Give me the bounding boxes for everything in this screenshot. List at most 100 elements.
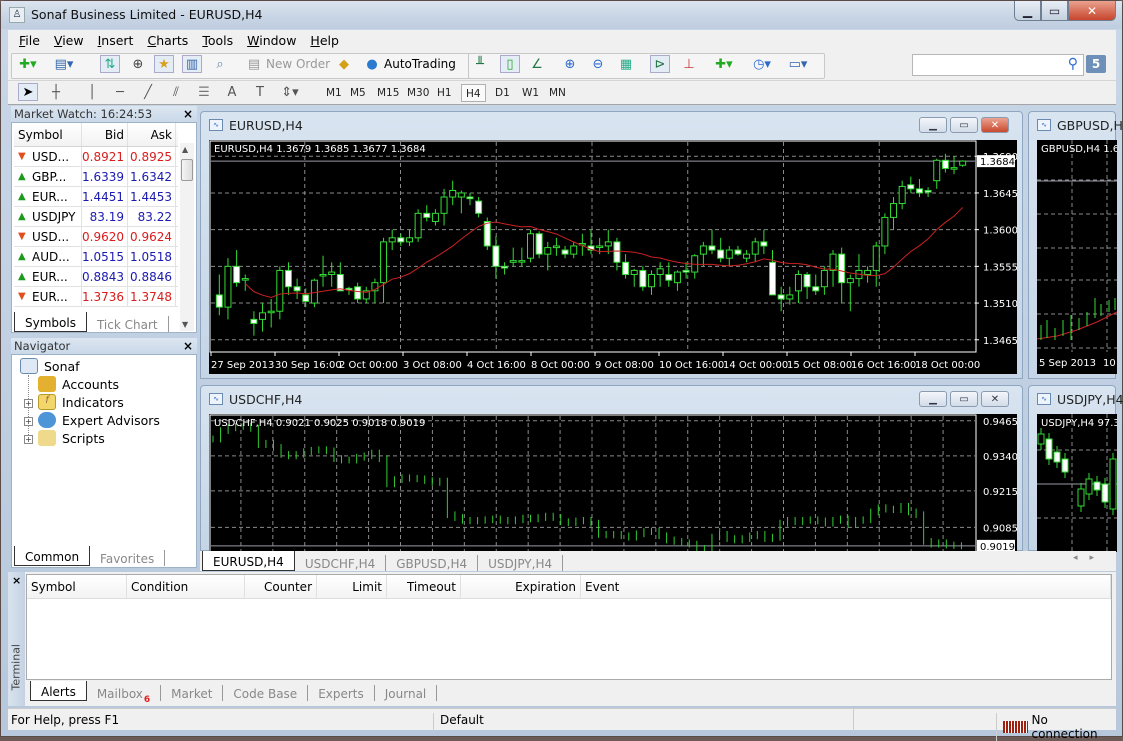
column-limit[interactable]: Limit xyxy=(317,575,387,598)
market-watch-row[interactable]: ▼ USD... 0.9620 0.9624 xyxy=(14,227,178,247)
chart-tab-gbpusd[interactable]: GBPUSD,H4 xyxy=(386,555,479,571)
column-expiration[interactable]: Expiration xyxy=(461,575,581,598)
close-navigator-icon[interactable]: × xyxy=(183,338,193,354)
tab-tick-chart[interactable]: Tick Chart xyxy=(87,316,169,332)
column-symbol[interactable]: Symbol xyxy=(27,575,127,598)
timeframe-m1[interactable]: M1 xyxy=(322,84,346,102)
maximize-button[interactable]: ▭ xyxy=(1041,1,1068,21)
zoom-in-icon[interactable]: ⊕ xyxy=(560,55,580,73)
menu-help[interactable]: Help xyxy=(310,33,339,48)
usdjpy-chart[interactable]: USDJPY,H4 97.3 xyxy=(1037,414,1117,552)
column-bid[interactable]: Bid xyxy=(82,123,128,146)
timeframe-m30[interactable]: M30 xyxy=(403,84,433,102)
chart-window-usdjpy[interactable]: ∿ USDJPY,H4 USDJPY,H4 97.3 xyxy=(1028,385,1123,552)
strategy-tester-icon[interactable]: ⌕ xyxy=(210,55,230,73)
chart-maximize-button[interactable]: ▭ xyxy=(950,117,978,133)
chart-shift-icon[interactable]: ⊥ xyxy=(679,55,699,73)
chart-window-eurusd[interactable]: ∿ EURUSD,H4 ▁ ▭ ✕ 1.3465 1.3510 1.3555 1.36… xyxy=(200,111,1023,379)
metaeditor-icon[interactable]: ◆ xyxy=(334,55,354,73)
close-button[interactable]: ✕ xyxy=(1068,1,1116,21)
templates-icon[interactable]: ▭▾ xyxy=(788,55,808,73)
chart-minimize-button[interactable]: ▁ xyxy=(919,117,947,133)
menu-insert[interactable]: Insert xyxy=(98,33,134,48)
crosshair-icon[interactable]: ┼ xyxy=(46,83,66,101)
equidistant-channel-icon[interactable]: ⫽ xyxy=(166,83,186,101)
chart-close-button[interactable]: ✕ xyxy=(981,117,1009,133)
tab-symbols[interactable]: Symbols xyxy=(14,312,87,332)
tab-favorites[interactable]: Favorites xyxy=(90,550,166,566)
tab-code-base[interactable]: Code Base xyxy=(223,685,309,701)
expand-scripts-icon[interactable]: + xyxy=(24,435,33,444)
data-window-icon[interactable]: ⊕ xyxy=(128,55,148,73)
nav-expert-advisors[interactable]: Expert Advisors xyxy=(38,412,160,428)
timeframe-w1[interactable]: W1 xyxy=(518,84,543,102)
trendline-icon[interactable]: ╱ xyxy=(138,83,158,101)
menu-window[interactable]: Window xyxy=(247,33,296,48)
gbpusd-chart[interactable]: GBPUSD,H4 1.6 5 Sep 2013 10 xyxy=(1037,140,1117,374)
timeframe-mn[interactable]: MN xyxy=(545,84,570,102)
text-icon[interactable]: A xyxy=(222,83,242,101)
chart-tab-usdjpy[interactable]: USDJPY,H4 xyxy=(478,555,564,571)
menu-view[interactable]: View xyxy=(54,33,84,48)
close-terminal-icon[interactable]: × xyxy=(12,574,21,587)
scroll-up-icon[interactable]: ▲ xyxy=(182,145,188,154)
market-watch-row[interactable]: ▼ EUR... 1.3736 1.3748 xyxy=(14,287,178,307)
market-watch-row[interactable]: ▲ GBP... 1.6339 1.6342 xyxy=(14,167,178,187)
tab-market[interactable]: Market xyxy=(161,685,224,701)
menu-tools[interactable]: Tools xyxy=(202,33,233,48)
expand-experts-icon[interactable]: + xyxy=(24,417,33,426)
chart-tab-usdchf[interactable]: USDCHF,H4 xyxy=(295,555,387,571)
minimize-button[interactable]: ▁ xyxy=(1014,1,1041,21)
scroll-down-icon[interactable]: ▼ xyxy=(182,320,188,329)
nav-scripts[interactable]: Scripts xyxy=(38,430,105,446)
new-order-icon[interactable]: ▤ xyxy=(244,55,264,73)
tab-journal[interactable]: Journal xyxy=(375,685,438,701)
timeframe-m5[interactable]: M5 xyxy=(346,84,370,102)
tile-windows-icon[interactable]: ▦ xyxy=(616,55,636,73)
chart-maximize-button[interactable]: ▭ xyxy=(950,391,978,407)
tab-scroll-arrows-icon[interactable]: ◂▸ xyxy=(1073,553,1106,563)
arrows-icon[interactable]: ⇕▾ xyxy=(280,83,300,101)
expand-indicators-icon[interactable]: + xyxy=(24,399,33,408)
autotrading-button[interactable]: AutoTrading xyxy=(384,57,456,71)
chart-close-button[interactable]: ✕ xyxy=(981,391,1009,407)
chart-window-gbpusd[interactable]: ∿ GBPUSD,H4 GBPUSD,H4 1.6 5 Sep 2013 10 xyxy=(1028,111,1123,379)
chart-minimize-button[interactable]: ▁ xyxy=(919,391,947,407)
autotrading-icon[interactable]: ● xyxy=(362,55,382,73)
nav-root[interactable]: Sonaf xyxy=(20,358,80,374)
column-condition[interactable]: Condition xyxy=(127,575,245,598)
timeframe-h4[interactable]: H4 xyxy=(461,84,486,102)
column-ask[interactable]: Ask xyxy=(128,123,176,146)
fibonacci-icon[interactable]: ☰ xyxy=(194,83,214,101)
tab-alerts[interactable]: Alerts xyxy=(30,681,87,701)
line-chart-icon[interactable]: ∠ xyxy=(527,55,547,73)
vertical-line-icon[interactable]: │ xyxy=(82,83,102,101)
indicators-list-icon[interactable]: ✚▾ xyxy=(714,55,734,73)
market-watch-row[interactable]: ▲ EUR... 0.8843 0.8846 xyxy=(14,267,178,287)
market-watch-row[interactable]: ▼ USD... 0.8921 0.8925 xyxy=(14,147,178,167)
column-counter[interactable]: Counter xyxy=(245,575,317,598)
market-watch-row[interactable]: ▲ AUD... 1.0515 1.0518 xyxy=(14,247,178,267)
zoom-out-icon[interactable]: ⊖ xyxy=(588,55,608,73)
nav-accounts[interactable]: Accounts xyxy=(38,376,119,392)
column-symbol[interactable]: Symbol xyxy=(14,123,82,146)
candlestick-icon[interactable]: ▯ xyxy=(500,55,520,73)
usdchf-chart[interactable]: 0.9085 0.9215 0.9340 0.9465 0.9019 USDCHF,H4 … xyxy=(209,414,1017,552)
chart-tab-eurusd[interactable]: EURUSD,H4 xyxy=(202,551,295,571)
tab-common[interactable]: Common xyxy=(14,546,91,566)
profiles-icon[interactable]: ▤▾ xyxy=(54,55,74,73)
timeframe-h1[interactable]: H1 xyxy=(433,84,456,102)
cursor-icon[interactable]: ➤ xyxy=(18,83,38,101)
timeframe-d1[interactable]: D1 xyxy=(491,84,514,102)
bar-chart-icon[interactable]: ╨ xyxy=(470,55,490,73)
menu-charts[interactable]: Charts xyxy=(147,33,188,48)
eurusd-chart[interactable]: 1.34651.35101.35551.36001.36451.36901.36… xyxy=(209,140,1017,374)
notifications-badge[interactable]: 5 xyxy=(1086,55,1106,73)
column-event[interactable]: Event xyxy=(581,575,1111,598)
horizontal-line-icon[interactable]: ─ xyxy=(110,83,130,101)
terminal-icon[interactable]: ▥ xyxy=(182,55,202,73)
market-watch-scrollbar[interactable]: ▲ ▼ xyxy=(180,143,194,331)
new-chart-icon[interactable]: ✚▾ xyxy=(18,55,38,73)
search-input[interactable]: ⚲ xyxy=(912,54,1084,76)
autoscroll-icon[interactable]: ⊳ xyxy=(650,55,670,73)
